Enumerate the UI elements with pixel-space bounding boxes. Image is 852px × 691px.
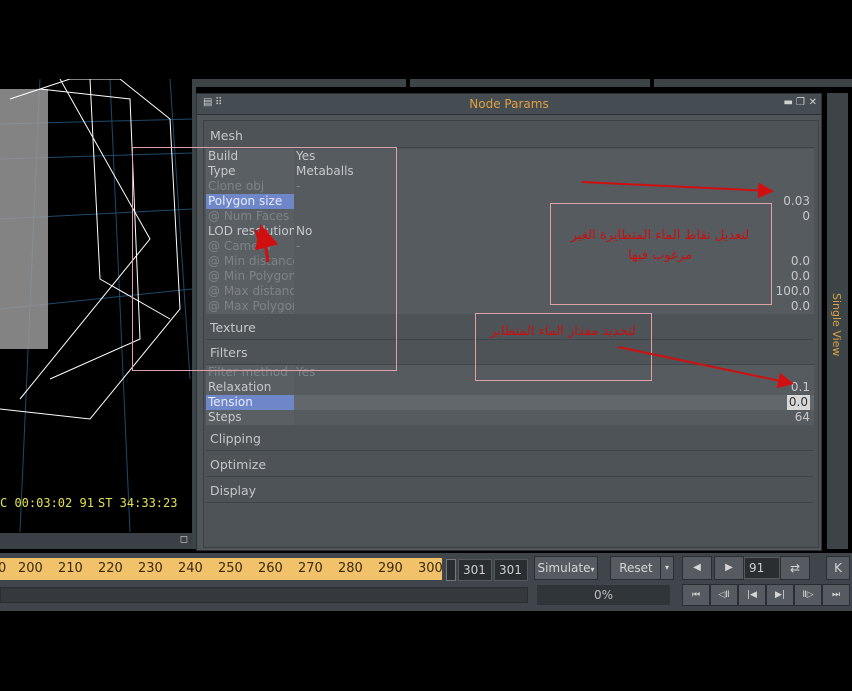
arrow-tension: [617, 346, 794, 389]
arrow-polygon-size: [581, 181, 774, 199]
arrow-number-two: [255, 224, 279, 263]
annotation-arrows: [255, 181, 794, 389]
